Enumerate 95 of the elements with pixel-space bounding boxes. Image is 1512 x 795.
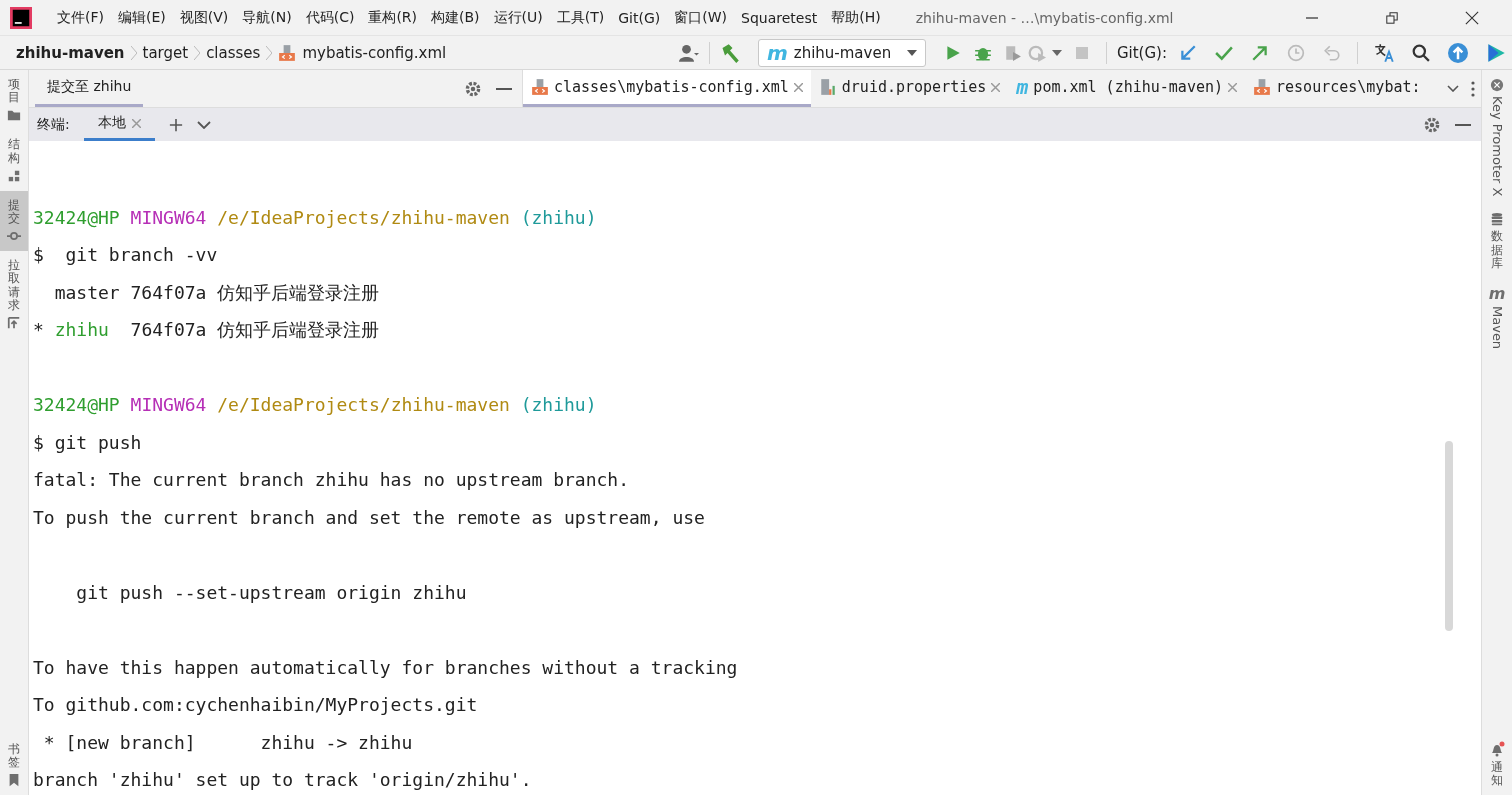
stop-icon: [1073, 44, 1090, 61]
minimize-icon: [1455, 123, 1471, 126]
arrow-up-right-icon: [1251, 43, 1269, 62]
close-icon: [131, 118, 141, 128]
caret-icon: [1051, 49, 1062, 56]
sidebar-tab[interactable]: m Maven: [1482, 278, 1512, 358]
plus-icon: [168, 117, 183, 132]
minimize-icon: [1306, 16, 1318, 19]
terminal-line: branch 'zhihu' set up to track 'origin/zhihu'.: [33, 768, 533, 792]
sidebar-tab[interactable]: 项目: [0, 70, 28, 131]
sidebar-tab[interactable]: 结构: [0, 130, 28, 191]
terminal-line: $ git branch -vv: [33, 243, 219, 267]
upload-icon: [1448, 42, 1468, 63]
menu-item[interactable]: 代码(C): [298, 8, 362, 27]
editor-tab[interactable]: resources\mybat:: [1245, 70, 1429, 107]
database-icon: [1490, 212, 1504, 227]
menu-item[interactable]: 编辑(E): [111, 8, 173, 27]
maven-icon: m: [1016, 77, 1029, 97]
chevron-icon: [130, 45, 137, 60]
close-icon: [1228, 82, 1237, 92]
terminal-line: To push the current branch and set the remote as upstream, use: [33, 505, 706, 530]
close-icon: [1465, 10, 1479, 25]
settings-icon: [1423, 115, 1441, 134]
settings-icon: [464, 79, 482, 98]
more-icon: [1471, 80, 1475, 97]
menu-item[interactable]: 构建(B): [424, 8, 487, 27]
restore-icon: [1386, 11, 1398, 24]
xml-file-icon: [531, 78, 549, 96]
minimize-icon: [496, 87, 512, 90]
breadcrumb-item[interactable]: zhihu-maven: [16, 43, 125, 62]
close-icon: [793, 82, 803, 92]
coverage-icon: [1003, 43, 1022, 62]
chevron-down-icon: [196, 120, 211, 129]
editor-tab[interactable]: druid.properties: [810, 70, 1009, 107]
structure-icon: [7, 168, 21, 183]
terminal-line: fatal: The current branch zhihu has no upstream branch.: [33, 468, 631, 492]
breadcrumb-item[interactable]: mybatis-config.xml: [302, 43, 447, 62]
sidebar-tab[interactable]: 数据库: [1482, 204, 1512, 278]
menu-item[interactable]: 重构(R): [361, 8, 425, 27]
window-title: zhihu-maven - …\mybatis-config.xml: [915, 9, 1175, 26]
menu-item[interactable]: 帮助(H): [824, 8, 888, 27]
terminal-line: * [new branch] zhihu -> zhihu: [42, 730, 414, 755]
sidebar-tab[interactable]: 书签: [0, 734, 28, 795]
editor-tab[interactable]: m pom.xml (zhihu-maven): [1008, 70, 1245, 107]
menu-item[interactable]: 工具(T): [549, 8, 612, 27]
editor-tab[interactable]: classes\mybatis-config.xml: [523, 70, 811, 107]
app-logo-icon: [10, 6, 32, 29]
sidebar-tab[interactable]: 拉取请求: [0, 251, 28, 338]
menu-item[interactable]: 导航(N): [235, 8, 299, 27]
chevron-icon: [194, 45, 201, 60]
terminal-line: $ git push: [33, 430, 143, 455]
user-icon: [678, 42, 699, 63]
translate-icon: [1374, 42, 1394, 63]
close-icon: [991, 82, 1001, 92]
key-promoter-icon: [1490, 78, 1504, 92]
terminal-line: To github.com:cychenhaibin/MyProjects.git: [33, 693, 479, 717]
plugin-logo-icon: [1486, 42, 1506, 63]
sidebar-tab[interactable]: Key Promoter X: [1482, 70, 1512, 205]
maven-icon: m: [766, 42, 788, 63]
pull-request-icon: [7, 315, 21, 330]
run-config-dropdown[interactable]: m zhihu-maven: [757, 38, 926, 67]
clock-icon: [1287, 43, 1305, 62]
scrollbar-thumb[interactable]: [1445, 441, 1453, 631]
caret-icon: [906, 49, 917, 56]
properties-file-icon: [818, 78, 837, 96]
menu-item[interactable]: Git(G): [611, 9, 668, 26]
bookmark-icon: [7, 773, 21, 787]
git-label: Git(G):: [1116, 43, 1167, 62]
menu-item[interactable]: Squaretest: [734, 9, 825, 26]
profiler-icon: [1027, 43, 1046, 62]
sidebar-tab[interactable]: 提交: [0, 190, 28, 252]
menu-item[interactable]: 窗口(W): [667, 8, 734, 27]
xml-file-icon: [1253, 78, 1271, 96]
search-icon: [1412, 43, 1430, 62]
sidebar-tab[interactable]: 通知: [1482, 732, 1512, 795]
terminal-label: 终端:: [37, 115, 70, 134]
terminal-line: 32424@HP MINGW64 /e/IdeaProjects/zhihu-maven (zhihu): [33, 393, 598, 417]
terminal-line: master 764f07a 仿知乎后端登录注册: [53, 280, 381, 305]
xml-file-icon: [278, 43, 297, 62]
terminal-line: * zhihu 764f07a 仿知乎后端登录注册: [33, 318, 381, 342]
breadcrumb-item[interactable]: classes: [206, 43, 261, 62]
terminal-line: 32424@HP MINGW64 /e/IdeaProjects/zhihu-maven (zhihu): [33, 205, 598, 230]
terminal-line: git push --set-upstream origin zhihu: [75, 580, 468, 605]
folder-icon: [7, 108, 21, 123]
breadcrumb-item[interactable]: target: [142, 43, 189, 62]
chevron-icon: [266, 45, 273, 60]
undo-icon: [1323, 43, 1341, 62]
chevron-down-icon: [1447, 85, 1459, 92]
menu-item[interactable]: 运行(U): [486, 8, 550, 27]
maven-icon: m: [1488, 286, 1506, 302]
arrow-down-left-icon: [1179, 43, 1197, 62]
menu-item[interactable]: 文件(F): [50, 8, 111, 27]
terminal-line: To have this happen automatically for branches without a tracking: [33, 655, 739, 680]
bell-icon: [1489, 740, 1505, 757]
menu-item[interactable]: 视图(V): [172, 8, 236, 27]
